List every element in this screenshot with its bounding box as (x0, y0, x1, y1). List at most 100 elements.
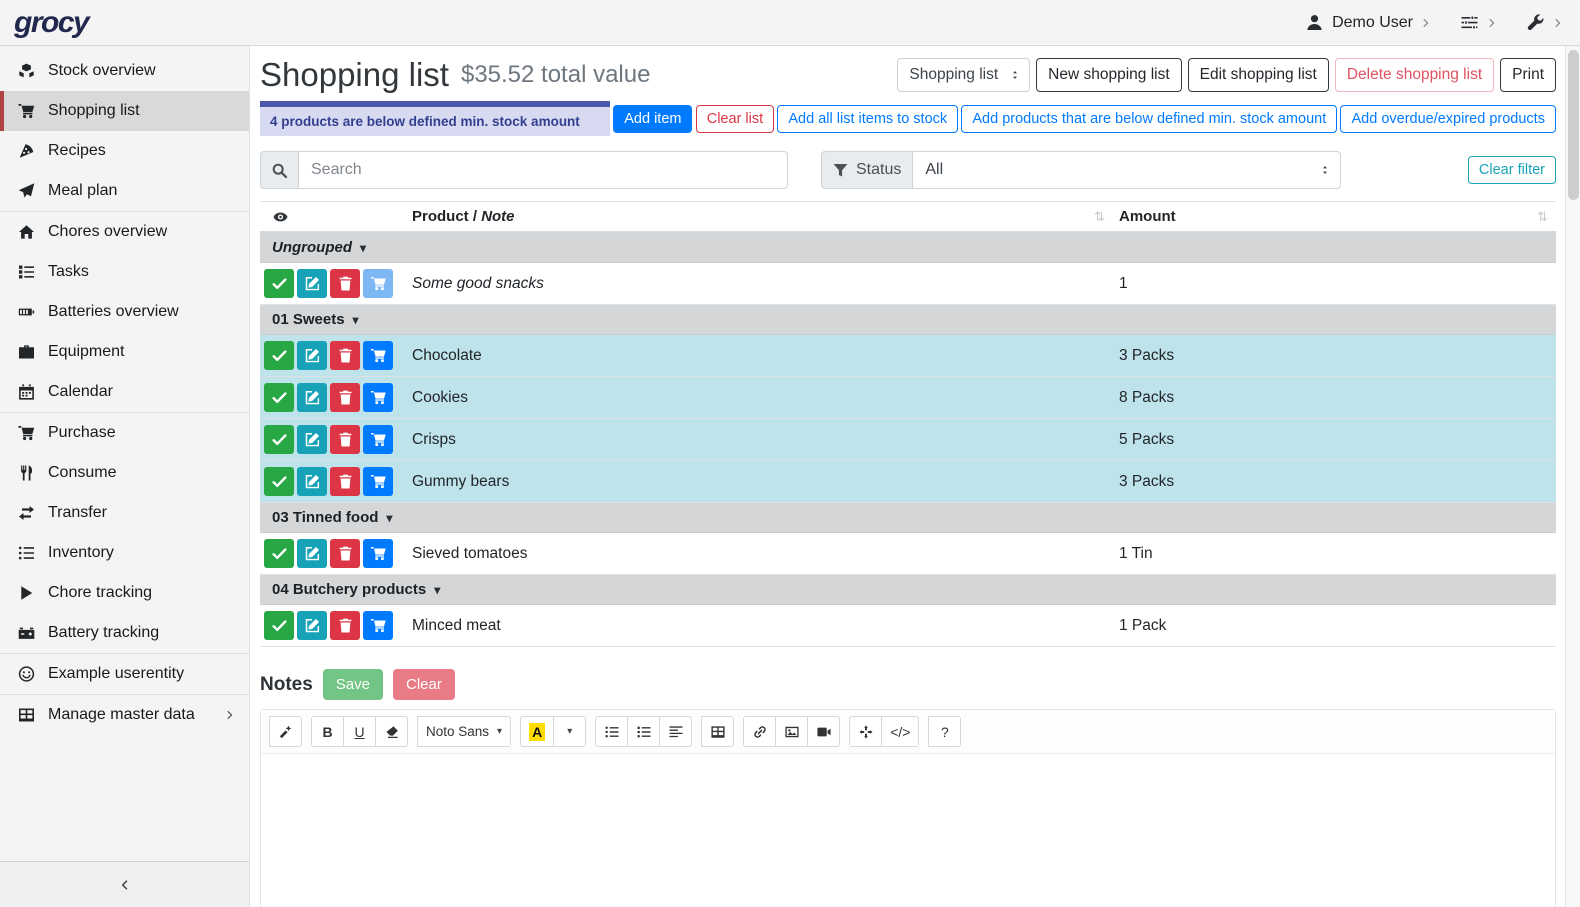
sidebar-item-chores-overview[interactable]: Chores overview (0, 212, 249, 252)
fullscreen-button[interactable] (849, 716, 882, 747)
insert-picture-button[interactable] (775, 716, 808, 747)
sidebar-item-shopping-list[interactable]: Shopping list (0, 91, 249, 131)
sidebar-item-batteries-overview[interactable]: Batteries overview (0, 292, 249, 332)
sidebar-item-purchase[interactable]: Purchase (0, 413, 249, 453)
mark-done-button[interactable] (264, 341, 294, 370)
notes-editor-textarea[interactable] (261, 754, 1555, 907)
new-shopping-list-button[interactable]: New shopping list (1036, 58, 1181, 92)
mark-done-button[interactable] (264, 383, 294, 412)
add-products-below-min-stock-button[interactable]: Add products that are below defined min.… (961, 105, 1337, 133)
settings-menu[interactable] (1460, 14, 1496, 31)
notes-save-button[interactable]: Save (323, 669, 383, 700)
status-filter-select[interactable]: All (912, 151, 1341, 189)
insert-table-button[interactable] (701, 716, 734, 747)
sidebar-item-calendar[interactable]: Calendar (0, 372, 249, 412)
insert-video-button[interactable] (807, 716, 840, 747)
sidebar-item-consume[interactable]: Consume (0, 453, 249, 493)
group-header-ungrouped[interactable]: Ungrouped ▾ (260, 233, 1556, 263)
bold-button[interactable]: B (311, 716, 344, 747)
sidebar-item-tasks[interactable]: Tasks (0, 252, 249, 292)
eraser-icon (385, 725, 399, 739)
edit-item-button[interactable] (297, 467, 327, 496)
cart-icon (371, 546, 386, 561)
group-header-butchery-products[interactable]: 04 Butchery products ▾ (260, 575, 1556, 605)
sidebar-item-stock-overview[interactable]: Stock overview (0, 51, 249, 91)
page-scrollbar[interactable] (1565, 46, 1580, 907)
sidebar-item-example-userentity[interactable]: Example userentity (0, 654, 249, 694)
sort-product-icon[interactable]: ⇅ (1094, 209, 1105, 225)
add-item-to-stock-button[interactable] (363, 383, 393, 412)
shopping-list-select[interactable]: Shopping list (897, 58, 1030, 92)
caret-down-icon: ▾ (567, 726, 572, 737)
mark-done-button[interactable] (264, 611, 294, 640)
sort-amount-icon[interactable]: ⇅ (1537, 209, 1548, 225)
add-item-to-stock-button[interactable] (363, 341, 393, 370)
add-item-to-stock-button[interactable] (363, 611, 393, 640)
magic-style-button[interactable] (269, 716, 302, 747)
notes-clear-button[interactable]: Clear (393, 669, 455, 700)
unordered-list-button[interactable] (595, 716, 628, 747)
app-logo[interactable]: grocy (14, 6, 88, 40)
mark-done-button[interactable] (264, 539, 294, 568)
insert-link-button[interactable] (743, 716, 776, 747)
add-item-to-stock-button[interactable] (363, 539, 393, 568)
mark-done-button[interactable] (264, 269, 294, 298)
text-color-dropdown-button[interactable]: ▾ (553, 716, 586, 747)
mark-done-button[interactable] (264, 425, 294, 454)
sidebar-collapse-button[interactable] (0, 861, 249, 907)
clear-list-button[interactable]: Clear list (696, 105, 774, 133)
edit-item-button[interactable] (297, 341, 327, 370)
scrollbar-thumb[interactable] (1568, 50, 1579, 200)
delete-item-button[interactable] (330, 425, 360, 454)
delete-item-button[interactable] (330, 269, 360, 298)
delete-shopping-list-button[interactable]: Delete shopping list (1335, 58, 1494, 92)
sidebar-item-label: Purchase (48, 424, 116, 442)
admin-menu[interactable] (1526, 14, 1562, 31)
delete-item-button[interactable] (330, 611, 360, 640)
delete-item-button[interactable] (330, 383, 360, 412)
sidebar-item-recipes[interactable]: Recipes (0, 131, 249, 171)
group-header-tinned-food[interactable]: 03 Tinned food ▾ (260, 503, 1556, 533)
user-menu[interactable]: Demo User (1305, 14, 1430, 32)
edit-item-button[interactable] (297, 425, 327, 454)
delete-item-button[interactable] (330, 467, 360, 496)
edit-shopping-list-button[interactable]: Edit shopping list (1188, 58, 1329, 92)
remove-format-button[interactable] (375, 716, 408, 747)
edit-item-button[interactable] (297, 611, 327, 640)
banner-text: 4 products are below defined min. stock … (260, 107, 610, 136)
edit-item-button[interactable] (297, 383, 327, 412)
sidebar-item-transfer[interactable]: Transfer (0, 493, 249, 533)
ordered-list-button[interactable] (627, 716, 660, 747)
font-family-select[interactable]: Noto Sans ▾ (417, 716, 511, 747)
code-view-button[interactable]: </> (881, 716, 919, 747)
sidebar-item-inventory[interactable]: Inventory (0, 533, 249, 573)
add-item-button[interactable]: Add item (613, 105, 692, 133)
add-all-list-items-to-stock-button[interactable]: Add all list items to stock (777, 105, 958, 133)
sidebar-item-meal-plan[interactable]: Meal plan (0, 171, 249, 211)
search-input[interactable] (298, 151, 788, 189)
clear-filter-button[interactable]: Clear filter (1468, 156, 1556, 184)
item-amount: 3 Packs (1119, 347, 1556, 365)
add-item-to-stock-button[interactable] (363, 425, 393, 454)
sidebar-item-manage-master-data[interactable]: Manage master data (0, 695, 249, 735)
add-overdue-expired-products-button[interactable]: Add overdue/expired products (1340, 105, 1555, 133)
shopping-list-select-value: Shopping list (909, 66, 998, 84)
add-item-to-stock-button[interactable] (363, 467, 393, 496)
delete-item-button[interactable] (330, 341, 360, 370)
underline-button[interactable]: U (343, 716, 376, 747)
delete-item-button[interactable] (330, 539, 360, 568)
paragraph-align-button[interactable] (659, 716, 692, 747)
toggle-done-items-button[interactable] (272, 210, 289, 224)
print-button[interactable]: Print (1500, 58, 1556, 92)
help-button[interactable]: ? (928, 716, 961, 747)
edit-item-button[interactable] (297, 269, 327, 298)
sidebar-item-battery-tracking[interactable]: Battery tracking (0, 613, 249, 653)
text-color-button[interactable]: A (520, 716, 554, 747)
group-header-sweets[interactable]: 01 Sweets ▾ (260, 305, 1556, 335)
sidebar-item-chore-tracking[interactable]: Chore tracking (0, 573, 249, 613)
add-item-to-stock-button[interactable] (363, 269, 393, 298)
mark-done-button[interactable] (264, 467, 294, 496)
caret-down-icon: ▾ (386, 511, 392, 525)
sidebar-item-equipment[interactable]: Equipment (0, 332, 249, 372)
edit-item-button[interactable] (297, 539, 327, 568)
